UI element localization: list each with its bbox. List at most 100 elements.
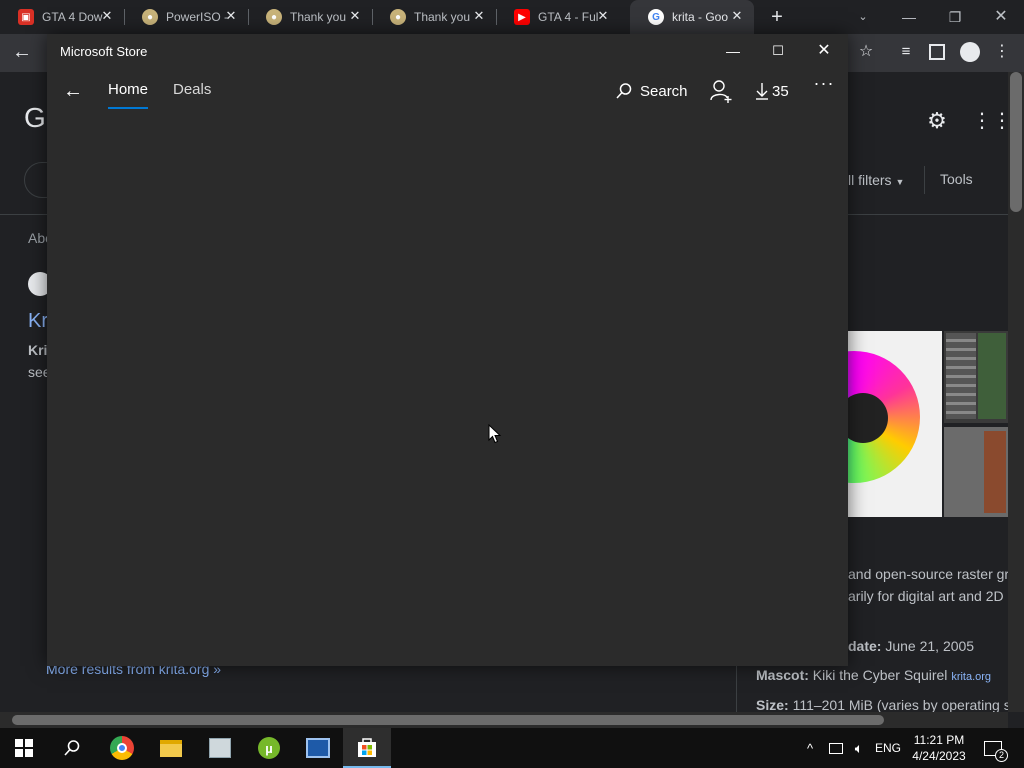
- krita-screenshot-image[interactable]: [944, 331, 1008, 423]
- download-arrow-icon: [756, 83, 768, 100]
- taskbar-utorrent[interactable]: µ: [245, 728, 293, 768]
- new-tab-button[interactable]: +: [766, 6, 788, 28]
- network-icon[interactable]: [824, 728, 848, 768]
- kp-mascot-label: Mascot:: [756, 667, 809, 683]
- browser-restore-button[interactable]: ❐: [932, 4, 978, 30]
- kp-description: arily for digital art and 2D a: [848, 588, 1016, 604]
- utorrent-icon: µ: [258, 737, 280, 759]
- store-minimize-button[interactable]: —: [711, 38, 755, 64]
- tab-title: GTA 4 - Ful: [538, 10, 599, 24]
- close-tab-icon[interactable]: ✕: [100, 9, 114, 23]
- show-hidden-icons-chevron-icon[interactable]: ^: [800, 728, 820, 768]
- language-indicator[interactable]: ENG: [872, 728, 904, 768]
- downloads-button[interactable]: 35: [755, 78, 789, 104]
- tab-title: Thank you: [290, 10, 347, 24]
- vertical-scroll-thumb[interactable]: [1010, 72, 1022, 212]
- browser-tab[interactable]: ● Thank you ✕: [248, 0, 373, 34]
- browser-minimize-button[interactable]: —: [886, 4, 932, 30]
- account-button[interactable]: [709, 78, 733, 104]
- disc-icon: ●: [266, 9, 282, 25]
- tab-title: Thank you: [414, 10, 471, 24]
- store-search-button[interactable]: Search: [615, 78, 688, 104]
- browser-tab[interactable]: ▶ GTA 4 - Ful ✕: [496, 0, 620, 34]
- google-logo[interactable]: G: [24, 102, 46, 134]
- kp-mascot-source-link[interactable]: krita.org: [951, 671, 991, 683]
- notification-icon: 2: [984, 740, 1008, 762]
- windows-logo-icon: [15, 739, 33, 757]
- kp-release-label: date:: [848, 638, 882, 654]
- horizontal-scroll-thumb[interactable]: [12, 715, 884, 725]
- browser-menu-icon[interactable]: ⋮: [994, 40, 1010, 64]
- back-arrow-icon[interactable]: ←: [10, 40, 34, 64]
- browser-tab[interactable]: ▣ GTA 4 Dow ✕: [0, 0, 125, 34]
- disc-icon: ●: [390, 9, 406, 25]
- side-panel-icon[interactable]: [929, 44, 945, 60]
- divider: [924, 166, 925, 194]
- chrome-center-shape: [117, 743, 127, 753]
- kp-mascot-value: Kiki the Cyber Squirel: [812, 667, 948, 683]
- start-button[interactable]: [0, 728, 48, 768]
- result-snippet-bold: Kri: [28, 342, 48, 358]
- toolbox-thumbnail: [946, 333, 976, 419]
- tab-search-chevron-icon[interactable]: ⌄: [840, 4, 886, 30]
- browser-tab-active[interactable]: G krita - Goo ✕: [630, 0, 754, 34]
- folder-icon: [160, 739, 182, 757]
- tab-deals[interactable]: Deals: [173, 81, 211, 98]
- taskbar-chrome[interactable]: [98, 728, 146, 768]
- clock-time: 11:21 PM: [913, 733, 965, 747]
- reading-list-icon[interactable]: ≡: [896, 42, 916, 62]
- browser-tab-strip: ▣ GTA 4 Dow ✕ ● PowerISO - ✕ ● Thank you…: [0, 0, 1024, 34]
- tab-title: GTA 4 Dow: [42, 10, 103, 24]
- store-close-button[interactable]: ✕: [802, 38, 846, 64]
- all-filters-button[interactable]: ll filters ▼: [848, 172, 904, 188]
- more-options-icon[interactable]: ···: [811, 74, 837, 98]
- active-tab-indicator: [108, 107, 148, 109]
- close-tab-icon[interactable]: ✕: [596, 9, 610, 23]
- browser-tab[interactable]: ● Thank you ✕: [372, 0, 497, 34]
- microsoft-store-icon: [358, 738, 376, 757]
- kp-size-label: Size:: [756, 697, 789, 713]
- store-maximize-button[interactable]: ☐: [756, 38, 800, 64]
- result-title-link[interactable]: Kr: [28, 310, 48, 333]
- mouse-cursor-icon: [488, 424, 502, 444]
- browser-close-button[interactable]: ✕: [978, 4, 1024, 30]
- clock[interactable]: 11:21 PM 4/24/2023: [906, 728, 972, 768]
- tab-title: PowerISO -: [166, 10, 229, 24]
- clock-date: 4/24/2023: [912, 749, 966, 763]
- profile-avatar-icon[interactable]: [960, 42, 980, 62]
- store-back-arrow-icon[interactable]: ←: [61, 79, 85, 103]
- taskbar-file-explorer[interactable]: [147, 728, 195, 768]
- microsoft-store-window: Microsoft Store — ☐ ✕ ← Home Deals Searc…: [47, 34, 848, 666]
- dropdown-caret-icon: ▼: [895, 177, 905, 187]
- volume-icon[interactable]: 🔈︎: [848, 728, 870, 768]
- tools-button[interactable]: Tools: [940, 171, 973, 187]
- taskbar-app[interactable]: [294, 728, 342, 768]
- taskbar-app[interactable]: [196, 728, 244, 768]
- tab-home[interactable]: Home: [108, 81, 148, 98]
- browser-tab[interactable]: ● PowerISO - ✕: [124, 0, 249, 34]
- taskbar-search-button[interactable]: [48, 728, 96, 768]
- close-tab-icon[interactable]: ✕: [730, 9, 744, 23]
- close-tab-icon[interactable]: ✕: [348, 9, 362, 23]
- close-tab-icon[interactable]: ✕: [224, 9, 238, 23]
- bookmark-star-icon[interactable]: ☆: [856, 42, 876, 62]
- notification-center-button[interactable]: 2: [980, 728, 1008, 768]
- kp-size-row: Size: 111–201 MiB (varies by operating s: [756, 697, 1008, 713]
- krita-screenshot-image-2[interactable]: [944, 427, 1008, 517]
- settings-gear-icon[interactable]: ⚙: [925, 109, 949, 133]
- close-tab-icon[interactable]: ✕: [472, 9, 486, 23]
- krita-logo-image[interactable]: [848, 331, 942, 517]
- downloads-count: 35: [772, 82, 789, 100]
- youtube-icon: ▶: [514, 9, 530, 25]
- apps-grid-icon[interactable]: ⋮⋮: [972, 109, 1012, 133]
- search-icon: [616, 83, 632, 99]
- kp-release-row: date: June 21, 2005: [848, 638, 974, 654]
- tab-title: krita - Goo: [672, 10, 729, 24]
- store-content-area: [47, 114, 848, 666]
- kp-size-value: 111–201 MiB (varies by operating s: [792, 697, 1008, 713]
- taskbar-microsoft-store[interactable]: [343, 728, 391, 768]
- red-app-icon: ▣: [18, 9, 34, 25]
- notification-count-badge: 2: [995, 748, 1008, 762]
- search-icon: [64, 740, 80, 756]
- kp-release-value: June 21, 2005: [885, 638, 975, 654]
